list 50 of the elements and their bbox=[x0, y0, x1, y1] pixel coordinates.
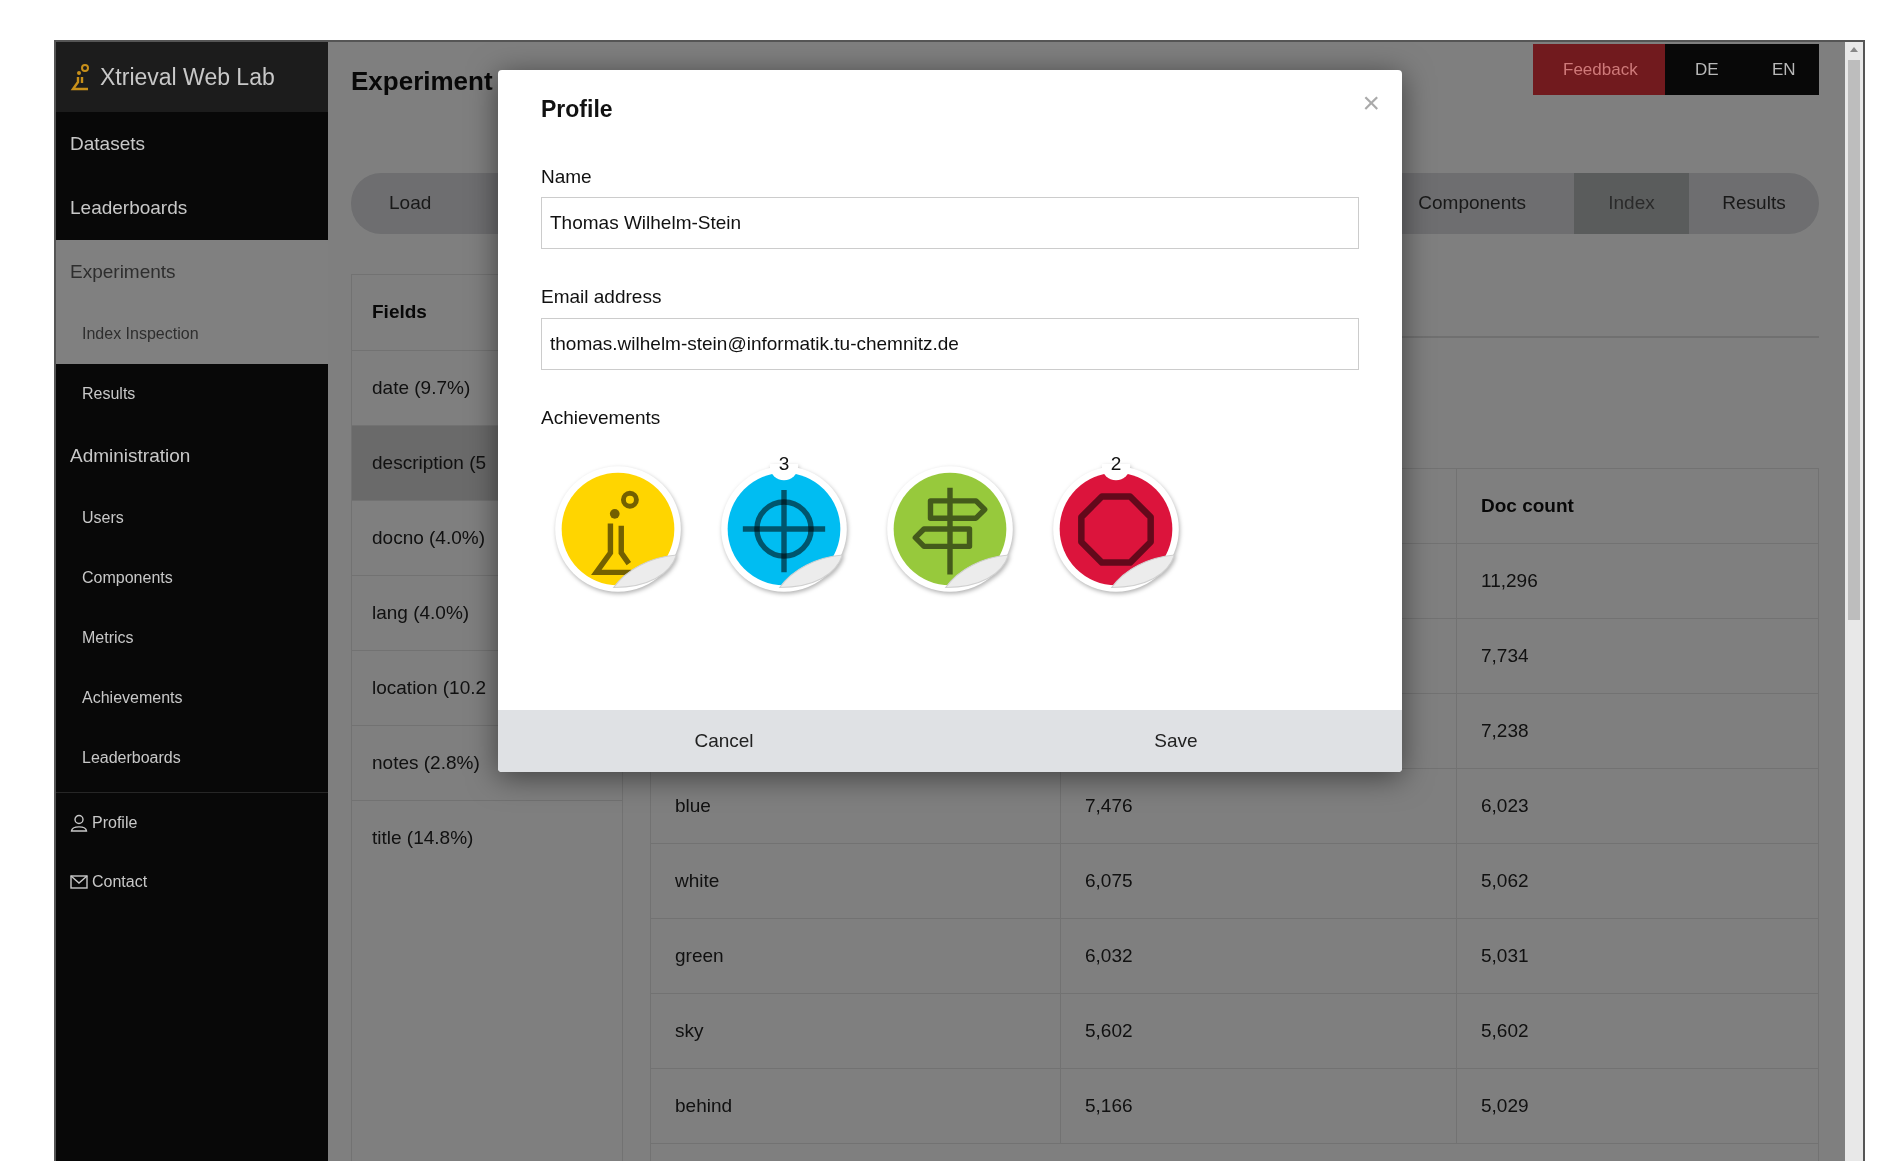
table-cell: 6,075 bbox=[1060, 844, 1456, 918]
panel-heading: Fields bbox=[372, 300, 427, 325]
table-cell: 5,029 bbox=[1456, 1069, 1818, 1143]
sidebar-item[interactable]: Datasets bbox=[56, 112, 328, 176]
table-cell: 5,062 bbox=[1456, 844, 1818, 918]
sidebar-link[interactable]: Profile bbox=[56, 793, 328, 852]
sidebar-item[interactable]: Administration bbox=[56, 424, 328, 488]
table-cell-text: white bbox=[674, 868, 721, 893]
scrollbar[interactable] bbox=[1845, 42, 1863, 1161]
language-button[interactable]: DE bbox=[1665, 44, 1742, 95]
field-label: Email address bbox=[541, 285, 662, 309]
modal-title: Profile bbox=[541, 95, 614, 124]
page-heading: Experiment bbox=[351, 65, 493, 98]
table-cell-text: sky bbox=[674, 1018, 705, 1043]
sidebar-link[interactable]: Contact bbox=[56, 852, 328, 911]
app-title: Xtrieval Web Lab bbox=[100, 62, 275, 92]
sidebar-subitem[interactable]: Users bbox=[56, 488, 328, 548]
table-cell: 11,296 bbox=[1456, 544, 1818, 618]
person-icon bbox=[70, 813, 88, 832]
field-item[interactable]: title (14.8%) bbox=[352, 800, 622, 875]
sidebar-subitem[interactable]: Index Inspection bbox=[56, 304, 328, 364]
sidebar-item[interactable]: Leaderboards bbox=[56, 176, 328, 240]
feedback-button[interactable]: Feedback bbox=[1533, 44, 1665, 95]
table-cell: 7,238 bbox=[1456, 694, 1818, 768]
text-field[interactable]: Thomas Wilhelm-Stein bbox=[541, 197, 1359, 249]
scroll-up-icon bbox=[1849, 46, 1859, 53]
table-cell: 5,602 bbox=[1060, 994, 1456, 1068]
table-cell: 5,166 bbox=[1060, 1069, 1456, 1143]
save-button[interactable]: Save bbox=[950, 710, 1402, 772]
field-label: Name bbox=[541, 164, 592, 189]
table-cell: 7,734 bbox=[1456, 619, 1818, 693]
language-button[interactable]: EN bbox=[1742, 44, 1819, 95]
sidebar-subitem[interactable]: Achievements bbox=[56, 668, 328, 728]
table-cell-text: blue bbox=[674, 793, 712, 818]
table-cell-text: behind bbox=[674, 1093, 734, 1118]
table-cell: 5,031 bbox=[1456, 919, 1818, 993]
count-label: 2 bbox=[1109, 454, 1123, 473]
sidebar-subitem[interactable]: Metrics bbox=[56, 608, 328, 668]
table-cell: 6,023 bbox=[1456, 769, 1818, 843]
table-cell: 6,032 bbox=[1060, 919, 1456, 993]
table-cell-text: green bbox=[674, 943, 725, 968]
column-header: Doc count bbox=[1456, 469, 1818, 543]
table-cell: 5,602 bbox=[1456, 994, 1818, 1068]
sidebar-subitem[interactable]: Results bbox=[56, 364, 328, 424]
envelope-icon bbox=[70, 874, 88, 889]
sidebar-subitem[interactable]: Leaderboards bbox=[56, 728, 328, 788]
sidebar-subitem[interactable]: Components bbox=[56, 548, 328, 608]
text-field[interactable]: thomas.wilhelm-stein@informatik.tu-chemnitz.de bbox=[541, 317, 1359, 370]
count-label: 3 bbox=[777, 454, 791, 473]
flask-icon bbox=[70, 63, 92, 91]
